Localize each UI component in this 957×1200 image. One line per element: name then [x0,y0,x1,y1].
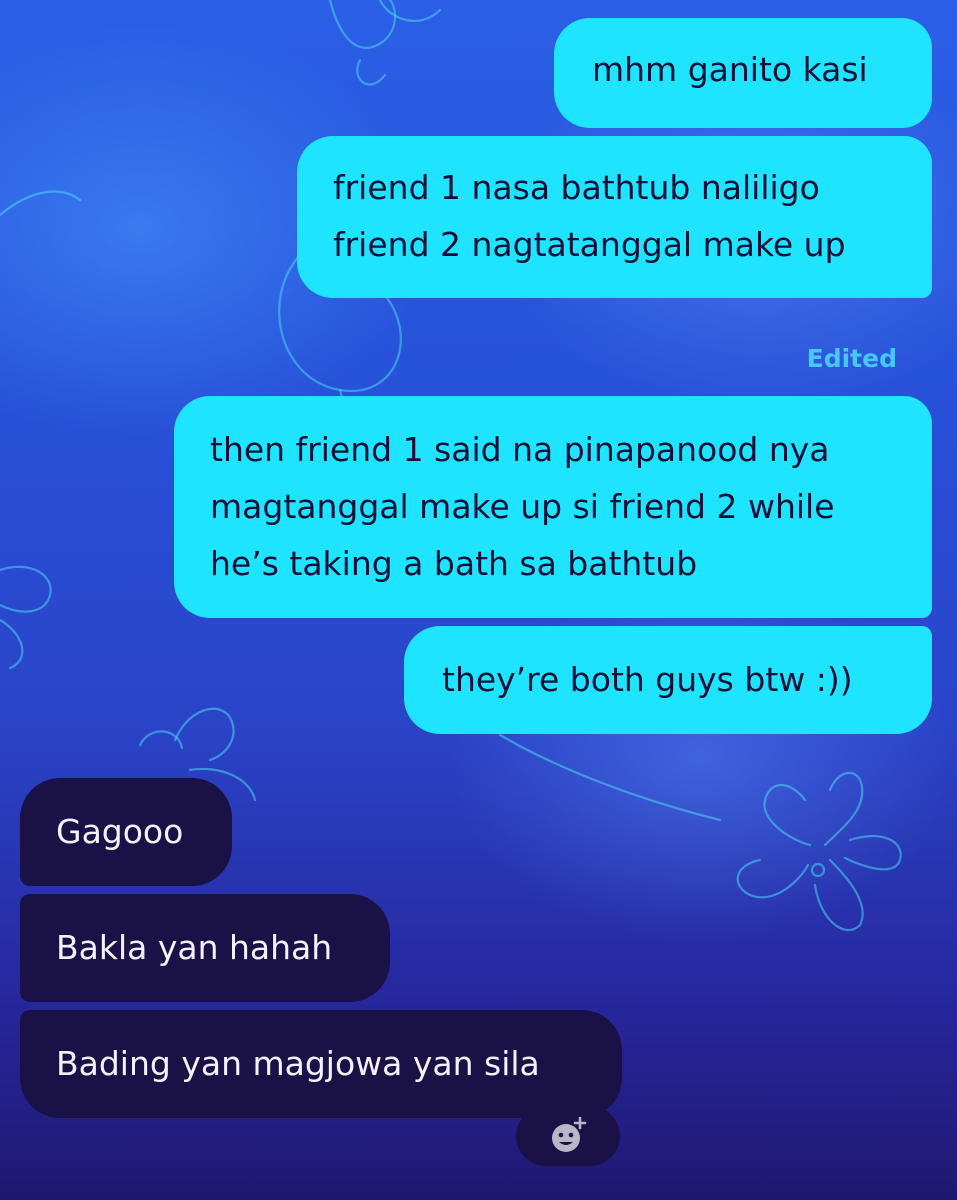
message-text: they’re both guys btw :)) [442,660,853,699]
message-text: Bading yan magjowa yan sila [56,1044,540,1083]
received-message[interactable]: Bakla yan hahah [20,894,390,1002]
add-reaction-button[interactable] [516,1106,620,1166]
edited-label: Edited [806,344,897,373]
received-message[interactable]: Bading yan magjowa yan sila [20,1010,622,1118]
received-message[interactable]: Gagooo [20,778,232,886]
message-text: Gagooo [56,812,184,851]
sent-message[interactable]: they’re both guys btw :)) [404,626,932,734]
message-line: friend 1 nasa bathtub naliligo [333,168,820,207]
message-line: magtanggal make up si friend 2 while [210,487,835,526]
message-line: then friend 1 said na pinapanood nya [210,430,830,469]
sent-message[interactable]: then friend 1 said na pinapanood nya mag… [174,396,932,618]
message-text: mhm ganito kasi [592,50,868,89]
sent-message[interactable]: friend 1 nasa bathtub naliligo friend 2 … [297,136,932,298]
add-reaction-icon [552,1116,587,1152]
message-text: Bakla yan hahah [56,928,333,967]
message-line: he’s taking a bath sa bathtub [210,544,698,583]
message-line: friend 2 nagtatanggal make up [333,225,846,264]
sent-message[interactable]: mhm ganito kasi [554,18,932,128]
